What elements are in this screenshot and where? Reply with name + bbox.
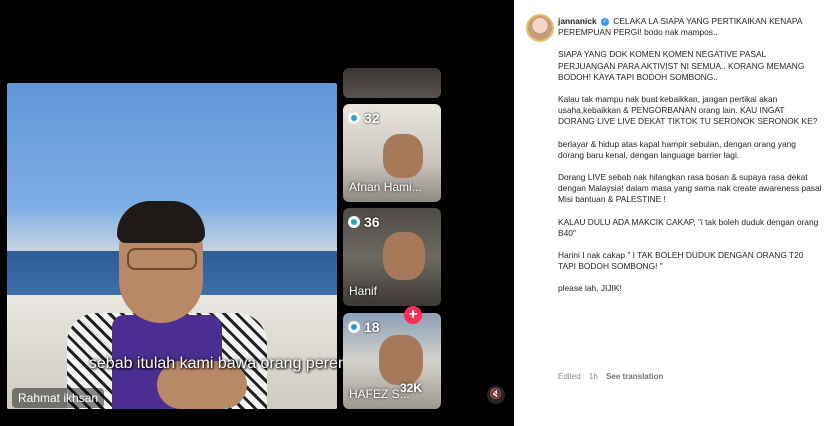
caption-paragraph: Dorang LIVE sebab nak hilangkan rasa bos… <box>558 172 822 205</box>
avatar[interactable] <box>526 14 554 42</box>
video-panel[interactable]: sebab itulah kami bawa orang perempuan k… <box>0 0 514 426</box>
participant-face <box>383 134 423 178</box>
participant-tile-hafez[interactable]: 18 HAFEZ S... <box>343 313 441 409</box>
viewer-badge: 18 <box>348 319 380 335</box>
post-caption-panel: jannanick ✓ CELAKA LA SIAPA YANG PERTIKA… <box>514 0 830 426</box>
add-participant-button[interactable]: + <box>404 306 422 324</box>
instagram-post-view: sebab itulah kami bawa orang perempuan k… <box>0 0 830 426</box>
see-translation-link[interactable]: See translation <box>606 372 663 381</box>
viewer-count: 18 <box>364 319 380 335</box>
caption-paragraph: Kalau tak mampu nak buat kebaikkan, jang… <box>558 94 818 127</box>
viewer-count: 32 <box>364 110 380 126</box>
caption-text: jannanick ✓ CELAKA LA SIAPA YANG PERTIKA… <box>558 16 822 295</box>
host-glasses <box>127 248 197 270</box>
participant-name: Afnan Hami... <box>349 180 422 194</box>
caption-paragraph: KALAU DULU ADA MAKCIK CAKAP, "i tak bole… <box>558 216 819 238</box>
participant-tile-top[interactable] <box>343 68 441 98</box>
caption-paragraph: please lah, JIJIK! <box>558 283 622 294</box>
viewer-badge: 36 <box>348 214 380 230</box>
participant-face <box>379 335 423 385</box>
caption-paragraph: Harini I nak cakap " I TAK BOLEH DUDUK D… <box>558 250 804 272</box>
username-link[interactable]: jannanick <box>558 16 597 26</box>
host-name-label: Rahmat ikhsan <box>12 388 105 408</box>
participant-name: Hanif <box>349 284 378 298</box>
caption-paragraph: SIAPA YANG DOK KOMEN KOMEN NEGATIVE PASA… <box>558 49 805 82</box>
mute-icon[interactable]: 🔇 <box>487 386 505 404</box>
viewer-badge: 32 <box>348 110 380 126</box>
participant-tile-afnan[interactable]: 32 Afnan Hami... <box>343 104 441 202</box>
post-meta: Edited 1h See translation <box>558 372 663 381</box>
viewer-count: 36 <box>364 214 380 230</box>
host-hair <box>117 201 205 243</box>
participant-face <box>383 232 425 280</box>
verified-badge-icon: ✓ <box>600 17 609 26</box>
eye-icon <box>348 112 360 124</box>
like-count: 32K <box>400 381 423 395</box>
caption-paragraph: berlayar & hidup atas kapal hampir sebul… <box>558 138 796 160</box>
eye-icon <box>348 216 360 228</box>
timestamp: 1h <box>588 372 598 381</box>
participant-tile-hanif[interactable]: 36 Hanif <box>343 208 441 306</box>
edited-label: Edited <box>558 372 581 381</box>
eye-icon <box>348 321 360 333</box>
